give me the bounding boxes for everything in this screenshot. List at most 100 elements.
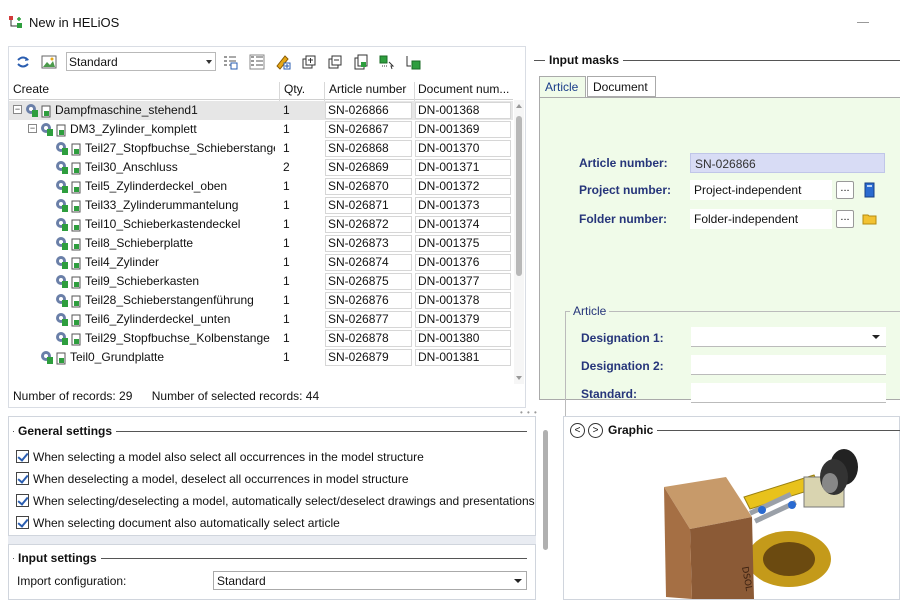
item-article-number[interactable]: SN-026877 bbox=[325, 311, 412, 328]
model-item-icon bbox=[56, 218, 81, 232]
list-edit-icon[interactable] bbox=[249, 54, 265, 70]
designation1-select[interactable] bbox=[691, 327, 886, 347]
collapse-all-icon[interactable] bbox=[327, 54, 343, 70]
project-number-field[interactable]: Project-independent bbox=[690, 180, 832, 200]
table-row[interactable]: Teil29_Stopfbuchse_Kolbenstange 1 SN-02687… bbox=[9, 329, 513, 348]
checkbox-checked[interactable] bbox=[16, 516, 29, 529]
item-document-number[interactable]: DN-001368 bbox=[415, 102, 511, 119]
checkbox-checked[interactable] bbox=[16, 494, 29, 507]
checkbox-checked[interactable] bbox=[16, 472, 29, 485]
item-qty: 1 bbox=[283, 179, 290, 193]
tab-document[interactable]: Document bbox=[587, 76, 656, 97]
column-header-qty[interactable]: Qty. bbox=[284, 82, 305, 96]
table-row[interactable]: Teil6_Zylinderdeckel_unten 1 SN-026877 DN-0… bbox=[9, 310, 513, 329]
project-book-icon[interactable] bbox=[862, 182, 878, 198]
table-row[interactable]: Teil28_Schieberstangenführung 1 SN-026876 D… bbox=[9, 291, 513, 310]
table-row[interactable]: Teil10_Schieberkastendeckel 1 SN-026872 DN-… bbox=[9, 215, 513, 234]
scroll-thumb[interactable] bbox=[543, 430, 548, 550]
select-green-icon[interactable] bbox=[379, 54, 395, 70]
scroll-down-arrow-icon[interactable] bbox=[516, 376, 522, 380]
option-select-drawings[interactable]: When selecting/deselecting a model, auto… bbox=[16, 494, 535, 510]
table-row[interactable]: Teil27_Stopfbuchse_Schieberstange 1 SN-026… bbox=[9, 139, 513, 158]
item-document-number[interactable]: DN-001378 bbox=[415, 292, 511, 309]
item-article-number[interactable]: SN-026873 bbox=[325, 235, 412, 252]
item-document-number[interactable]: DN-001370 bbox=[415, 140, 511, 157]
item-document-number[interactable]: DN-001373 bbox=[415, 197, 511, 214]
item-article-number[interactable]: SN-026868 bbox=[325, 140, 412, 157]
item-document-number[interactable]: DN-001371 bbox=[415, 159, 511, 176]
column-header-article-number[interactable]: Article number bbox=[329, 82, 406, 96]
standard-field[interactable] bbox=[691, 383, 886, 403]
grid-header: Create Qty. Article number Document num.… bbox=[9, 78, 513, 104]
next-arrow-icon[interactable]: > bbox=[588, 423, 603, 438]
tab-article[interactable]: Article bbox=[539, 76, 586, 98]
table-row[interactable]: − Dampfmaschine_stehend1 1 SN-026866 DN-0013… bbox=[9, 101, 513, 120]
import-config-select[interactable]: Standard bbox=[213, 571, 527, 590]
expand-all-icon[interactable] bbox=[301, 54, 317, 70]
item-document-number[interactable]: DN-001375 bbox=[415, 235, 511, 252]
option-select-article[interactable]: When selecting document also automatical… bbox=[16, 516, 340, 532]
table-row[interactable]: Teil5_Zylinderdeckel_oben 1 SN-026870 DN-00… bbox=[9, 177, 513, 196]
option-deselect-occurrences[interactable]: When deselecting a model, deselect all o… bbox=[16, 472, 409, 488]
item-article-number[interactable]: SN-026874 bbox=[325, 254, 412, 271]
tree-collapse-icon[interactable]: − bbox=[13, 105, 22, 114]
previous-arrow-icon[interactable]: < bbox=[570, 423, 585, 438]
item-article-number[interactable]: SN-026876 bbox=[325, 292, 412, 309]
item-article-number[interactable]: SN-026872 bbox=[325, 216, 412, 233]
item-document-number[interactable]: DN-001372 bbox=[415, 178, 511, 195]
table-row[interactable]: Teil4_Zylinder 1 SN-026874 DN-001376 bbox=[9, 253, 513, 272]
item-document-number[interactable]: DN-001380 bbox=[415, 330, 511, 347]
tree-collapse-icon[interactable]: − bbox=[28, 124, 37, 133]
list-settings-icon[interactable] bbox=[222, 54, 238, 70]
table-row[interactable]: Teil30_Anschluss 2 SN-026869 DN-001371 bbox=[9, 158, 513, 177]
designation2-field[interactable] bbox=[691, 355, 886, 375]
item-article-number[interactable]: SN-026870 bbox=[325, 178, 412, 195]
folder-browse-button[interactable]: ... bbox=[836, 210, 854, 228]
item-article-number[interactable]: SN-026879 bbox=[325, 349, 412, 366]
column-header-document-number[interactable]: Document num... bbox=[418, 82, 509, 96]
copy-document-icon[interactable] bbox=[353, 54, 369, 70]
item-article-number[interactable]: SN-026866 bbox=[325, 102, 412, 119]
settings-area: General settings When selecting a model … bbox=[8, 416, 536, 600]
item-document-number[interactable]: DN-001369 bbox=[415, 121, 511, 138]
item-document-number[interactable]: DN-001376 bbox=[415, 254, 511, 271]
minimize-button[interactable] bbox=[857, 22, 869, 23]
item-name: Teil10_Schieberkastendeckel bbox=[85, 217, 241, 231]
general-settings-card: General settings When selecting a model … bbox=[8, 416, 536, 536]
item-document-number[interactable]: DN-001379 bbox=[415, 311, 511, 328]
item-article-number[interactable]: SN-026878 bbox=[325, 330, 412, 347]
column-header-create[interactable]: Create bbox=[13, 82, 49, 96]
item-article-number[interactable]: SN-026867 bbox=[325, 121, 412, 138]
refresh-arrows-icon[interactable] bbox=[15, 54, 31, 70]
item-article-number[interactable]: SN-026869 bbox=[325, 159, 412, 176]
item-name: Teil4_Zylinder bbox=[85, 255, 160, 269]
table-row[interactable]: Teil9_Schieberkasten 1 SN-026875 DN-001377 bbox=[9, 272, 513, 291]
settings-scrollbar[interactable] bbox=[541, 416, 549, 600]
config-select[interactable]: Standard bbox=[66, 52, 216, 71]
window-title: New in HELiOS bbox=[29, 15, 120, 30]
item-document-number[interactable]: DN-001374 bbox=[415, 216, 511, 233]
add-pen-icon[interactable] bbox=[275, 54, 291, 70]
folder-icon[interactable] bbox=[862, 211, 878, 227]
project-browse-button[interactable]: ... bbox=[836, 181, 854, 199]
table-row[interactable]: Teil33_Zylinderummantelung 1 SN-026871 DN-0… bbox=[9, 196, 513, 215]
table-row[interactable]: Teil8_Schieberplatte 1 SN-026873 DN-001375 bbox=[9, 234, 513, 253]
item-article-number[interactable]: SN-026871 bbox=[325, 197, 412, 214]
deselect-green-icon[interactable] bbox=[405, 54, 421, 70]
item-article-number[interactable]: SN-026875 bbox=[325, 273, 412, 290]
checkbox-checked[interactable] bbox=[16, 450, 29, 463]
folder-number-field[interactable]: Folder-independent bbox=[690, 209, 832, 229]
scroll-thumb[interactable] bbox=[516, 116, 522, 276]
table-row[interactable]: Teil0_Grundplatte 1 SN-026879 DN-001381 bbox=[9, 348, 513, 367]
option-select-occurrences[interactable]: When selecting a model also select all o… bbox=[16, 450, 424, 466]
item-name: Teil0_Grundplatte bbox=[70, 350, 165, 364]
item-qty: 1 bbox=[283, 236, 290, 250]
grid-vertical-scrollbar[interactable] bbox=[514, 100, 524, 384]
item-document-number[interactable]: DN-001381 bbox=[415, 349, 511, 366]
article-number-label: Article number: bbox=[579, 156, 668, 170]
table-row[interactable]: − DM3_Zylinder_komplett 1 SN-026867 DN-00136… bbox=[9, 120, 513, 139]
image-preview-icon[interactable] bbox=[41, 54, 57, 70]
scroll-up-arrow-icon[interactable] bbox=[516, 104, 522, 108]
article-number-field[interactable]: SN-026866 bbox=[690, 153, 885, 173]
item-document-number[interactable]: DN-001377 bbox=[415, 273, 511, 290]
